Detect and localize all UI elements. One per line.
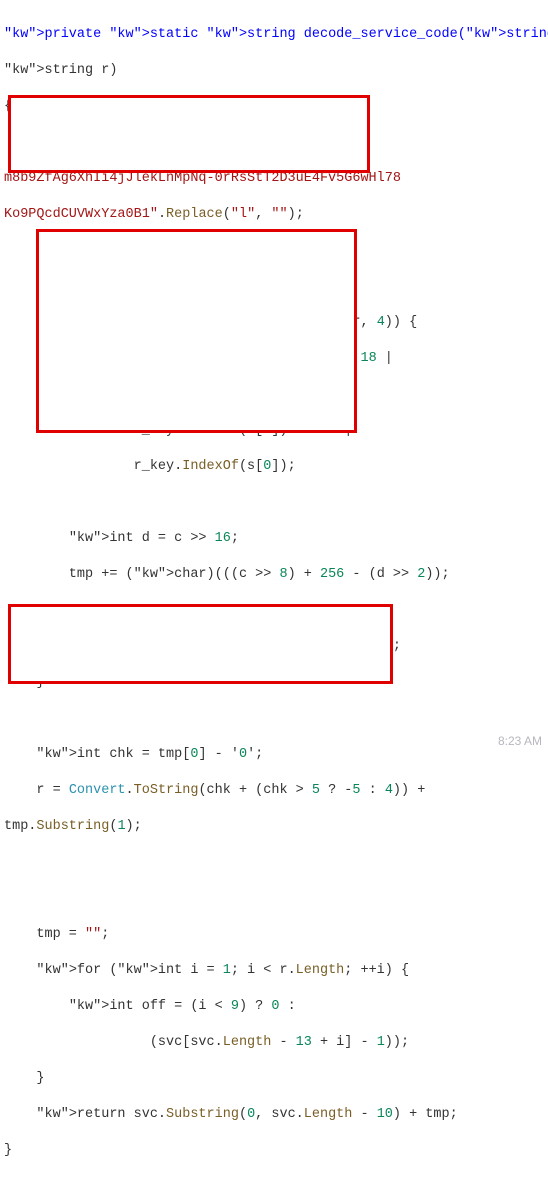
code-l6: Ko9PQcdCUVWxYza0B1"	[4, 207, 158, 222]
code-l29a: (svc[svc.Length - 13 + i]	[4, 1035, 360, 1050]
code-l21: "kw">int chk = tmp[0] - '0';	[4, 747, 263, 762]
code-l13: r_key.IndexOf(s[0]);	[4, 459, 296, 474]
code-l23: tmp.Substring(1);	[4, 819, 142, 834]
code-l26: tmp = "";	[4, 927, 109, 942]
code-block: "kw">private "kw">static "kw">string dec…	[0, 0, 548, 1186]
redaction-box-1	[8, 95, 370, 173]
code-l2: "kw">string r)	[4, 63, 117, 78]
redaction-box-2	[36, 229, 357, 433]
code-l15: "kw">int d = c >> 16;	[4, 531, 239, 546]
redaction-box-3	[8, 604, 393, 684]
code-l29b: - 1));	[360, 1035, 409, 1050]
code-l28: "kw">int off = (i < 9) ? 0 :	[4, 999, 296, 1014]
code-l32: }	[4, 1143, 12, 1158]
code-l16b: (d >> 2));	[369, 567, 450, 582]
code-l31: "kw">return svc.Substring(0, svc.Length …	[4, 1107, 458, 1122]
code-l27: "kw">for ("kw">int i = 1; i < r.Length; …	[4, 963, 409, 978]
code-l5: m8b9ZfAg6XhIi4jJlekLnMpNq-0rRsStT2D3uE4F…	[4, 171, 401, 186]
code-l6e: .Replace("l", "");	[158, 207, 304, 222]
timestamp-label: 8:23 AM	[498, 732, 542, 750]
code-l30: }	[4, 1071, 45, 1086]
code-l16a: tmp += ("kw">char)(((c >> 8) + 256 -	[4, 567, 369, 582]
code-l22: r = Convert.ToString(chk + (chk > 5 ? -5…	[4, 783, 433, 798]
kw-private: "kw">private "kw">static "kw">string dec…	[4, 27, 548, 42]
